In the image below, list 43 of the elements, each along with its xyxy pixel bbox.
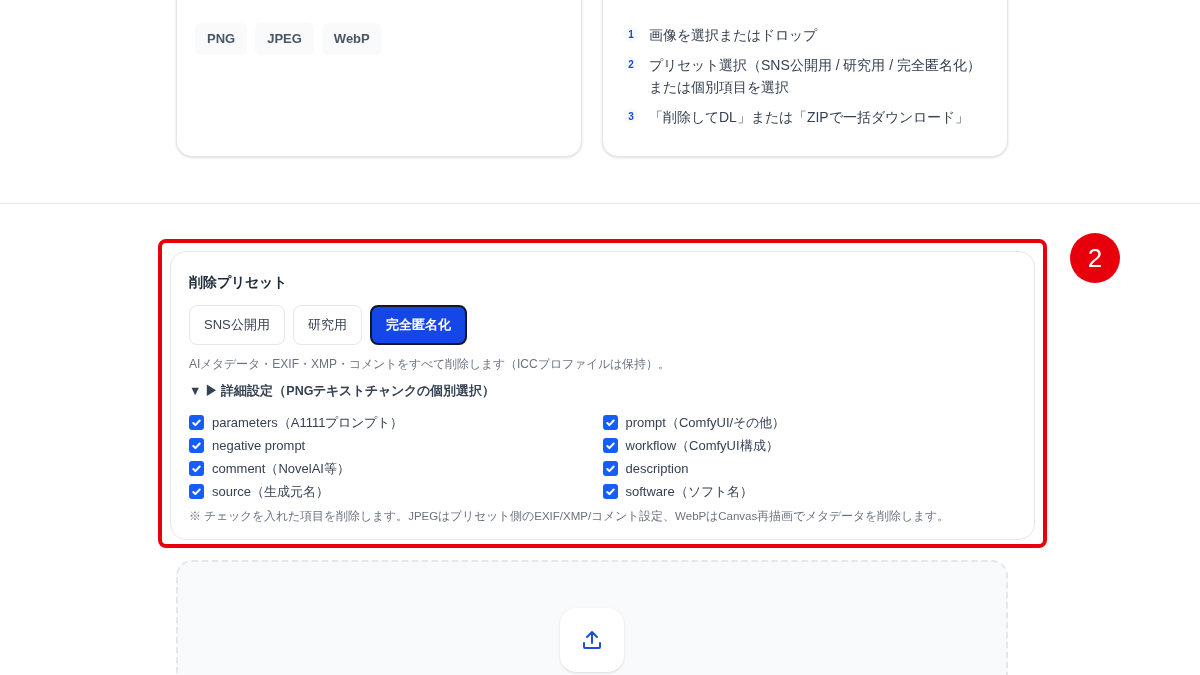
checkbox-label: negative prompt — [212, 436, 306, 455]
step-text: プリセット選択（SNS公開用 / 研究用 / 完全匿名化）または個別項目を選択 — [649, 56, 983, 97]
checkbox-label: workflow（ComfyUI構成） — [625, 436, 779, 455]
checkbox-label: parameters（A1111プロンプト） — [212, 413, 404, 432]
check-icon — [604, 439, 616, 451]
step-number: 1 — [623, 26, 639, 42]
upload-icon — [580, 628, 604, 652]
annotation-badge: 2 — [1070, 233, 1120, 283]
checkbox-label: prompt（ComfyUI/その他） — [625, 413, 786, 432]
format-tag: WebP — [321, 23, 382, 55]
checkbox-label: software（ソフト名） — [625, 482, 753, 501]
preset-tab[interactable]: 研究用 — [292, 305, 362, 345]
step-text: 画像を選択またはドロップ — [649, 26, 819, 45]
checkbox[interactable] — [602, 437, 618, 453]
checkbox[interactable] — [602, 483, 618, 499]
check-icon — [191, 439, 202, 451]
checkbox[interactable] — [189, 483, 204, 499]
upload-button[interactable] — [560, 608, 624, 672]
checkbox[interactable] — [602, 460, 618, 476]
check-icon — [604, 462, 616, 474]
check-icon — [604, 485, 616, 497]
preset-description: AIメタデータ・EXIF・XMP・コメントをすべて削除します（ICCプロファイルは保持）。 — [189, 356, 671, 373]
checkbox-label: source（生成元名） — [212, 482, 330, 501]
checkbox-label: description — [625, 459, 689, 478]
step-number: 2 — [623, 56, 639, 72]
format-tag: JPEG — [255, 23, 314, 55]
check-icon — [191, 485, 202, 497]
check-icon — [191, 462, 202, 474]
checkbox[interactable] — [602, 414, 618, 430]
step-number: 3 — [623, 108, 639, 124]
step-text: 「削除してDL」または「ZIPで一括ダウンロード」 — [649, 108, 970, 127]
check-icon — [604, 416, 616, 428]
format-tag: PNG — [195, 23, 248, 55]
checkbox[interactable] — [189, 437, 204, 453]
section-title: 削除プリセット — [189, 273, 288, 292]
checkbox[interactable] — [189, 460, 204, 476]
details-toggle[interactable]: ▼ ▶ 詳細設定（PNGテキストチャンクの個別選択） — [189, 382, 1016, 401]
preset-tab[interactable]: 完全匿名化 — [369, 305, 467, 345]
preset-tab[interactable]: SNS公開用 — [189, 305, 285, 345]
note-text: ※ チェックを入れた項目を削除します。JPEGはプリセット側のEXIF/XMP/コメント設定、WebPはCanvas再描画でメタデータを削除します。 — [189, 508, 951, 524]
checkbox-label: comment（NovelAI等） — [212, 459, 350, 478]
checkbox[interactable] — [189, 414, 204, 430]
check-icon — [191, 416, 202, 428]
